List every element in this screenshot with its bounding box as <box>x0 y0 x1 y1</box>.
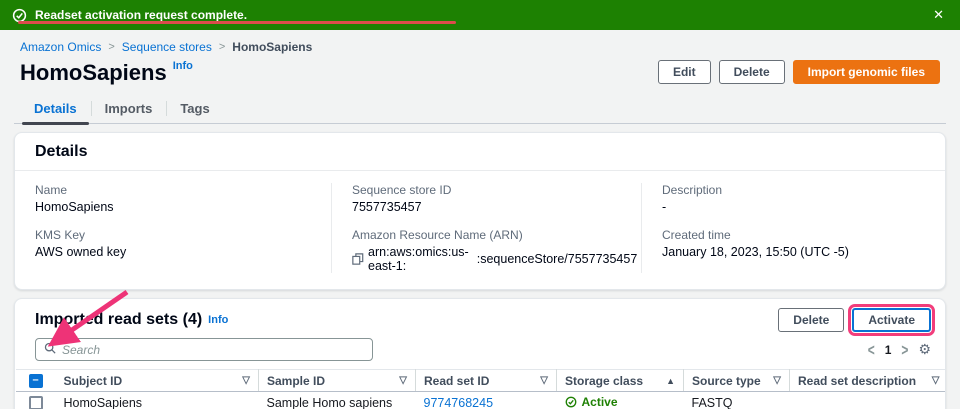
page-title: HomoSapiens <box>20 60 167 85</box>
field-arn-label: Amazon Resource Name (ARN) <box>352 228 523 242</box>
field-store-id: Sequence store ID 7557735457 <box>352 183 621 214</box>
details-card-title: Details <box>35 143 88 160</box>
table-header-row: Subject ID▽ Sample ID▽ Read set ID▽ Stor… <box>15 369 945 392</box>
col-storage-class[interactable]: Storage class ▲ <box>556 369 684 392</box>
field-name: Name HomoSapiens <box>35 183 311 214</box>
field-kms-key: KMS Key AWS owned key <box>35 228 311 259</box>
banner-close-icon[interactable]: ✕ <box>929 7 948 23</box>
field-name-label: Name <box>35 183 68 197</box>
row-checkbox[interactable] <box>28 395 43 409</box>
tab-details[interactable]: Details <box>20 96 91 125</box>
banner-message: Readset activation request complete. <box>35 8 248 22</box>
field-arn-value: arn:aws:omics:us-east-1: :sequenceStore/7… <box>352 245 637 273</box>
tab-tags[interactable]: Tags <box>166 96 223 123</box>
read-sets-count: (4) <box>182 311 203 328</box>
prev-page-icon[interactable]: < <box>868 340 875 360</box>
cell-storage-class: Active <box>556 391 684 409</box>
activate-button[interactable]: Activate <box>852 308 931 332</box>
col-source-type[interactable]: Source type ▽ <box>683 369 790 392</box>
read-sets-actions: Delete Activate <box>778 308 931 332</box>
breadcrumb-separator-icon: > <box>108 41 115 53</box>
breadcrumb-sequence-stores[interactable]: Sequence stores <box>122 40 212 54</box>
arn-suffix: :sequenceStore/7557735457 <box>476 252 638 266</box>
field-kms-label: KMS Key <box>35 228 86 242</box>
breadcrumb-amazon-omics[interactable]: Amazon Omics <box>20 40 101 54</box>
header-actions: Edit Delete Import genomic files <box>657 60 940 84</box>
tab-imports[interactable]: Imports <box>90 96 167 123</box>
field-store-id-value: 7557735457 <box>352 200 422 214</box>
filter-icon[interactable]: ▽ <box>242 375 250 386</box>
filter-icon[interactable]: ▽ <box>399 375 407 386</box>
field-arn: Amazon Resource Name (ARN) arn:aws:omics… <box>352 228 637 273</box>
cell-description <box>789 391 945 409</box>
edit-button[interactable]: Edit <box>657 60 711 84</box>
filter-icon[interactable]: ▽ <box>773 375 781 386</box>
breadcrumb-current: HomoSapiens <box>232 40 313 54</box>
field-name-value: HomoSapiens <box>35 200 114 214</box>
field-created-value: January 18, 2023, 15:50 (UTC -5) <box>662 245 849 259</box>
read-sets-card: Imported read sets (4) Info Delete Activ… <box>14 298 946 409</box>
select-all-checkbox[interactable] <box>28 373 43 388</box>
breadcrumb: Amazon Omics > Sequence stores > HomoSap… <box>14 38 946 56</box>
field-description-label: Description <box>662 183 723 197</box>
col-read-set-id[interactable]: Read set ID ▽ <box>415 369 557 392</box>
read-set-id-link[interactable]: 9774768245 <box>424 396 494 409</box>
search-input[interactable] <box>62 342 364 357</box>
pagination: < 1 > ⚙ <box>868 340 931 360</box>
success-banner: Readset activation request complete. ✕ <box>0 0 960 30</box>
filter-icon[interactable]: ▽ <box>932 375 940 386</box>
field-store-id-label: Sequence store ID <box>352 183 452 197</box>
breadcrumb-separator-icon: > <box>218 41 226 53</box>
details-body: Name HomoSapiens KMS Key AWS owned key S… <box>15 171 945 289</box>
field-created-time: Created time January 18, 2023, 15:50 (UT… <box>662 228 925 259</box>
details-card-header: Details <box>15 133 945 171</box>
col-subject-id[interactable]: Subject ID ▽ <box>55 369 259 392</box>
search-icon <box>44 342 56 357</box>
read-sets-title: Imported read sets (4) <box>35 311 203 328</box>
delete-button[interactable]: Delete <box>718 60 785 84</box>
read-sets-info-link[interactable]: Info <box>208 314 228 326</box>
field-description-value: - <box>662 200 667 214</box>
search-box[interactable] <box>35 338 373 361</box>
tab-bar: Details Imports Tags <box>14 96 946 125</box>
copy-icon[interactable] <box>352 253 364 265</box>
cell-source-type: FASTQ <box>683 391 790 409</box>
cell-sample-id: Sample Homo sapiens <box>258 391 416 409</box>
read-sets-header: Imported read sets (4) Info Delete Activ… <box>15 299 945 336</box>
status-check-icon <box>565 396 576 407</box>
filter-icon[interactable]: ▽ <box>540 375 548 386</box>
settings-gear-icon[interactable]: ⚙ <box>918 341 931 358</box>
import-genomic-files-button[interactable]: Import genomic files <box>792 60 940 84</box>
col-sample-id[interactable]: Sample ID ▽ <box>258 369 416 392</box>
next-page-icon[interactable]: > <box>901 340 908 360</box>
page-header: HomoSapiens Info Edit Delete Import geno… <box>14 56 946 86</box>
arn-prefix: arn:aws:omics:us-east-1: <box>368 245 469 273</box>
annotation-underline <box>18 21 456 24</box>
cell-subject-id: HomoSapiens <box>55 391 259 409</box>
sort-asc-icon[interactable]: ▲ <box>666 376 675 386</box>
table-row: HomoSapiens Sample Homo sapiens 97747682… <box>15 391 945 409</box>
read-sets-delete-button[interactable]: Delete <box>778 308 845 332</box>
field-description: Description - <box>662 183 925 214</box>
cell-read-set-id: 9774768245 <box>415 391 557 409</box>
col-read-set-description[interactable]: Read set description ▽ <box>789 369 945 392</box>
details-card: Details Name HomoSapiens KMS Key AWS own… <box>14 132 946 290</box>
main-content: Amazon Omics > Sequence stores > HomoSap… <box>0 30 960 409</box>
field-kms-value: AWS owned key <box>35 245 127 259</box>
current-page[interactable]: 1 <box>885 343 892 357</box>
read-sets-table: Subject ID▽ Sample ID▽ Read set ID▽ Stor… <box>15 369 945 409</box>
field-created-label: Created time <box>662 228 731 242</box>
read-sets-toolbar: < 1 > ⚙ <box>15 336 945 369</box>
title-info-link[interactable]: Info <box>173 60 193 72</box>
